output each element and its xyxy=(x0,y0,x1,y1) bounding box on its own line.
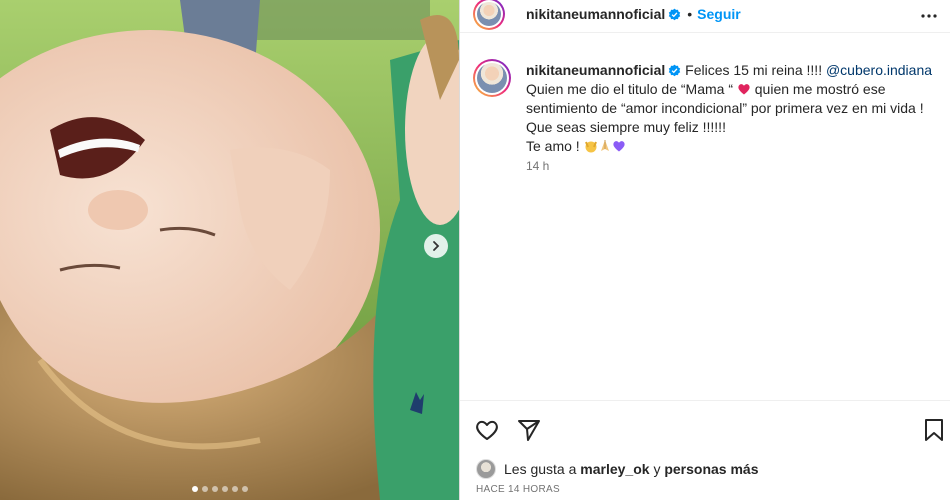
post-date: HACE 14 HORAS xyxy=(476,484,560,495)
header-username[interactable]: nikitaneumannoficial xyxy=(526,6,665,22)
liker-username[interactable]: marley_ok xyxy=(580,461,649,477)
caption-username[interactable]: nikitaneumannoficial xyxy=(526,62,665,78)
caption-avatar[interactable] xyxy=(473,59,511,97)
likes-others-link[interactable]: personas más xyxy=(664,461,758,477)
likes-summary: Les gusta a marley_ok y personas más xyxy=(476,459,759,479)
avatar[interactable] xyxy=(473,0,505,30)
send-icon[interactable] xyxy=(516,417,542,443)
caption-line1: Felices 15 mi reina !!!! xyxy=(685,62,823,78)
red-heart-emoji-icon xyxy=(738,84,750,95)
heart-icon[interactable] xyxy=(474,417,500,443)
photo-image xyxy=(0,0,459,500)
carousel-dot xyxy=(202,486,208,492)
folded-hands-emoji-icon xyxy=(600,140,609,151)
verified-badge-icon xyxy=(669,64,681,77)
liker-avatar[interactable] xyxy=(476,459,496,479)
caption-line2a: Quien me dio el titulo de “Mama “ xyxy=(526,81,733,97)
carousel-dot xyxy=(192,486,198,492)
post-side-panel: nikitaneumannoficial • Seguir nikitaneuma… xyxy=(459,0,950,500)
raising-hands-emoji-icon xyxy=(584,141,597,153)
bookmark-icon[interactable] xyxy=(921,417,947,443)
verified-badge-icon xyxy=(669,8,681,21)
caption-line4: Que seas siempre muy feliz !!!!!! xyxy=(526,119,726,135)
carousel-next-button[interactable] xyxy=(424,234,448,258)
follow-button[interactable]: Seguir xyxy=(697,6,741,22)
more-horizontal-icon[interactable] xyxy=(920,7,938,25)
carousel-dot xyxy=(232,486,238,492)
header-separator: • xyxy=(687,6,693,22)
caption-line2b: quien me mostró ese xyxy=(754,81,886,97)
caption-line3: sentimiento de “amor incondicional” por … xyxy=(526,100,924,116)
action-bar xyxy=(460,400,950,456)
carousel-dot xyxy=(212,486,218,492)
caption-text: nikitaneumannoficial Felices 15 mi reina… xyxy=(526,61,936,156)
caption-timestamp: 14 h xyxy=(526,159,550,173)
post-header: nikitaneumannoficial • Seguir xyxy=(460,0,950,33)
carousel-indicator xyxy=(192,486,248,492)
carousel-dot xyxy=(242,486,248,492)
header-title-row: nikitaneumannoficial • Seguir xyxy=(526,6,741,22)
likes-prefix: Les gusta a xyxy=(504,461,577,477)
likes-connector: y xyxy=(653,461,661,477)
purple-heart-emoji-icon xyxy=(612,141,625,152)
caption-line5: Te amo ! xyxy=(526,138,580,154)
post-photo xyxy=(0,0,459,500)
chevron-right-icon xyxy=(433,241,440,251)
mention-link[interactable]: @cubero.indiana xyxy=(826,62,932,78)
carousel-dot xyxy=(222,486,228,492)
